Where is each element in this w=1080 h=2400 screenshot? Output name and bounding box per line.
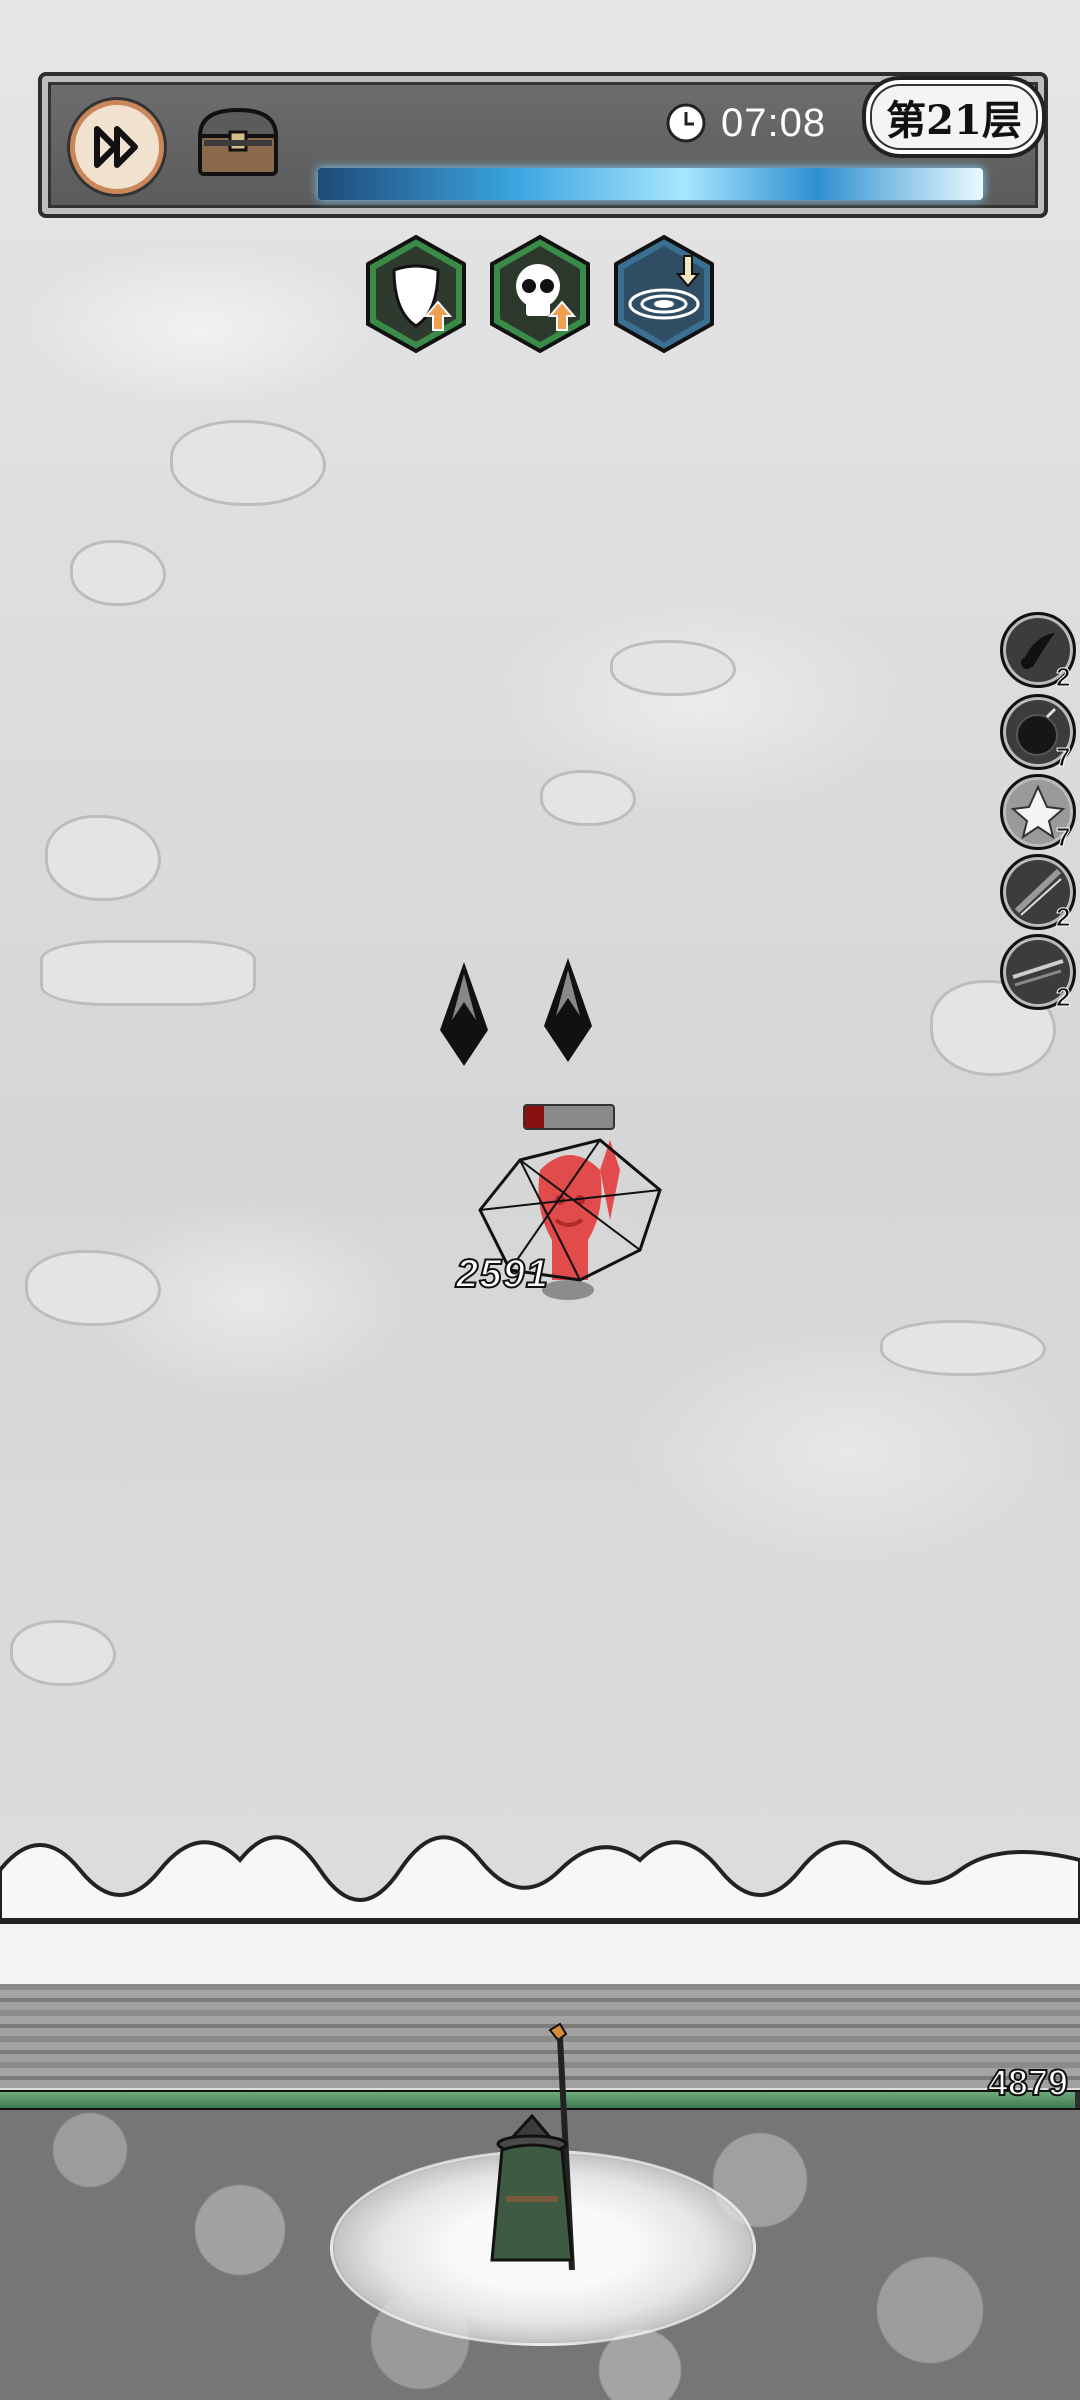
timer-text: 07:08 <box>721 100 827 145</box>
rock <box>70 540 166 606</box>
rock <box>10 1620 116 1686</box>
skill-count: 2 <box>1055 982 1071 1013</box>
rock <box>880 1320 1046 1376</box>
treasure-chest-icon <box>197 107 279 176</box>
skill-count: 2 <box>1055 902 1071 933</box>
dark-spike-projectile <box>544 958 592 1062</box>
rock <box>40 940 256 1006</box>
fast-forward-icon <box>94 126 138 168</box>
dark-spike-projectile <box>440 962 488 1066</box>
wizard-player <box>490 2022 575 2270</box>
player-hp-text: 4879 <box>987 2061 1069 2104</box>
buff-whirlpool[interactable] <box>612 234 716 354</box>
skill-count: 7 <box>1055 822 1071 853</box>
floor-level-badge: 第21层 <box>862 76 1046 158</box>
ink-wave-border <box>0 1835 1080 1920</box>
stage-timer: 07:08 <box>665 98 826 148</box>
whirlpool-down-icon <box>614 234 714 354</box>
rock <box>540 770 636 826</box>
rock <box>45 815 161 901</box>
buff-skull-upgrade[interactable] <box>488 234 592 354</box>
wall-top <box>0 1920 1080 1988</box>
damage-number: 2591 <box>455 1251 549 1297</box>
buff-shield-upgrade[interactable] <box>364 234 468 354</box>
rock <box>25 1250 161 1326</box>
enemy-health-bar <box>523 1104 615 1130</box>
lightning-progress-bar <box>318 168 983 200</box>
rock <box>170 420 326 506</box>
clock-icon <box>666 103 706 143</box>
skill-count: 2 <box>1055 662 1071 693</box>
treasure-chest-button[interactable] <box>190 104 286 182</box>
enemy-health-fill <box>525 1106 545 1128</box>
skull-upgrade-icon <box>490 234 590 354</box>
shield-upgrade-icon <box>366 234 466 354</box>
rock <box>610 640 736 696</box>
speed-toggle-button[interactable] <box>70 100 164 194</box>
skill-count: 7 <box>1055 742 1071 773</box>
